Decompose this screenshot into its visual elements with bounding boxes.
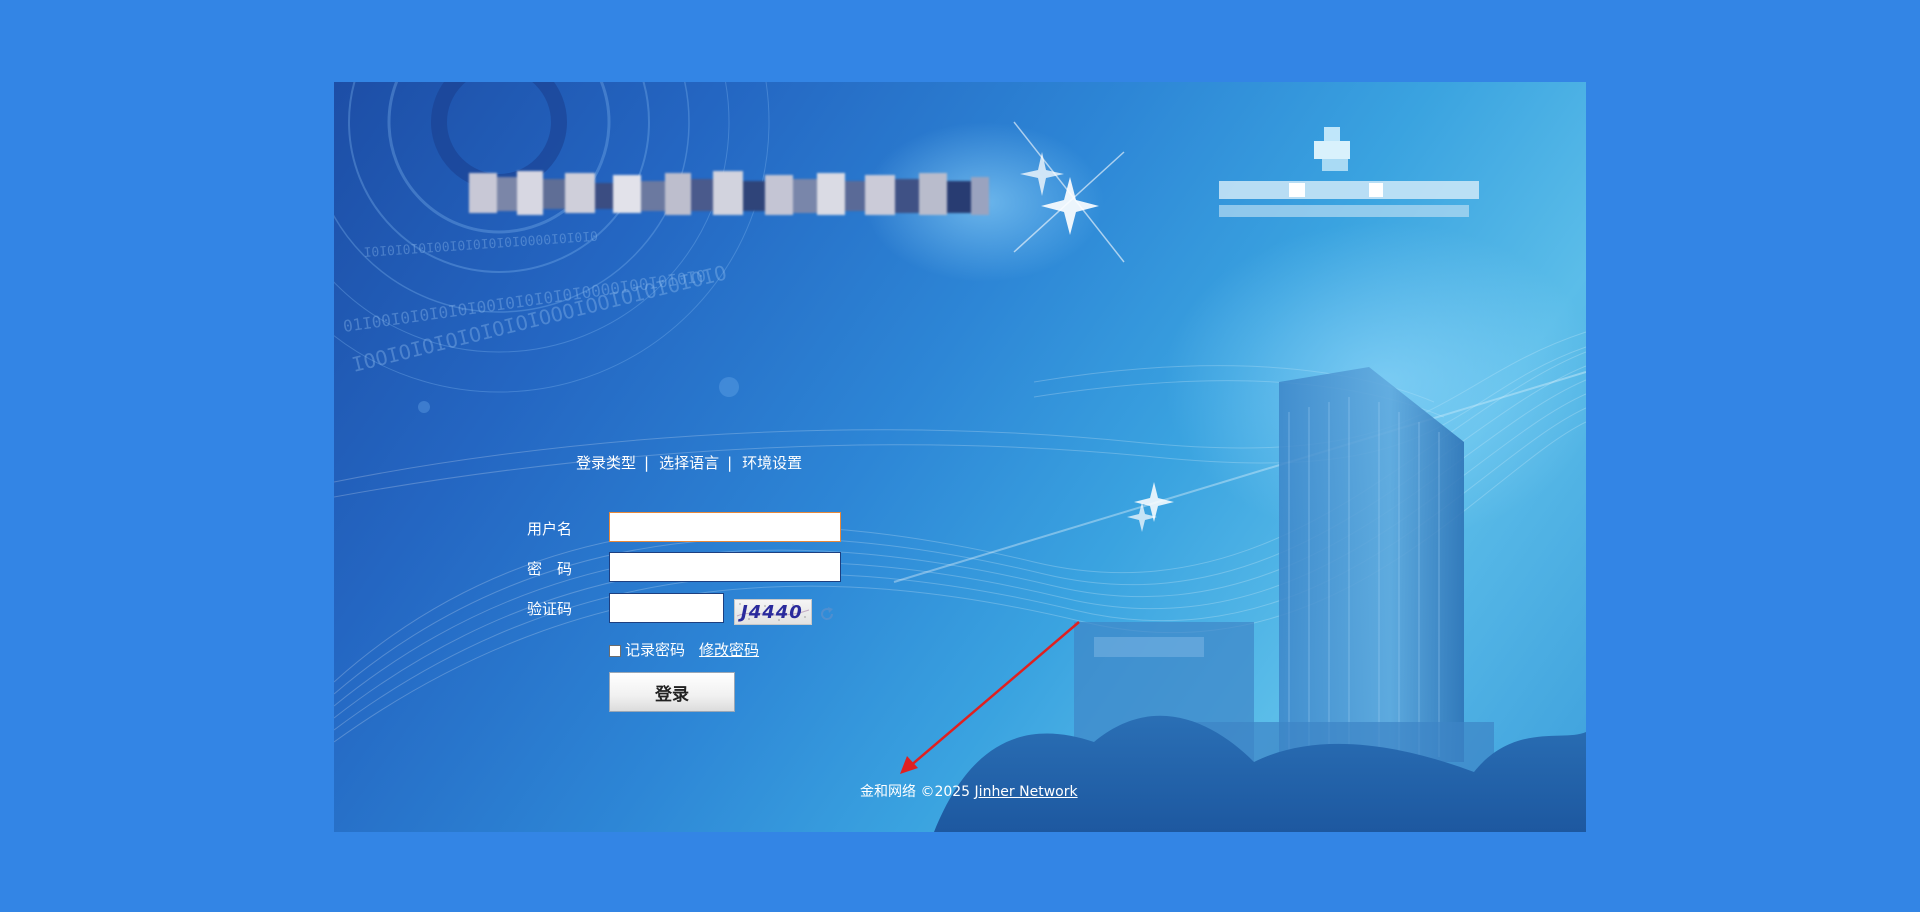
jinher-network-link[interactable]: Jinher Network — [975, 784, 1078, 800]
refresh-icon[interactable] — [818, 605, 836, 623]
captcha-label: 验证码 — [527, 600, 573, 618]
username-label: 用户名 — [527, 520, 573, 538]
environment-settings-link[interactable]: 环境设置 — [742, 454, 802, 472]
footer: 金和网络 ©2025 Jinher Network — [860, 781, 1078, 801]
separator: | — [727, 454, 733, 472]
login-panel: 01I00I0I0I0I0I00I0I0I0I0I0000I00I0I0I0 I… — [334, 82, 1586, 832]
login-type-link[interactable]: 登录类型 — [576, 454, 636, 472]
password-label: 密 码 — [527, 560, 573, 578]
captcha-image[interactable]: J4440 — [734, 599, 812, 625]
obscured-logo — [1219, 127, 1479, 217]
separator: | — [644, 454, 650, 472]
obscured-system-title — [469, 171, 989, 215]
footer-copyright: 金和网络 ©2025 — [860, 784, 971, 800]
change-password-link[interactable]: 修改密码 — [699, 641, 759, 659]
remember-password-checkbox[interactable] — [609, 645, 621, 657]
login-button[interactable]: 登录 — [609, 672, 735, 712]
select-language-link[interactable]: 选择语言 — [659, 454, 719, 472]
username-input[interactable] — [609, 512, 841, 542]
remember-password-label[interactable]: 记录密码 — [625, 641, 685, 659]
captcha-input[interactable] — [609, 593, 724, 623]
remember-row: 记录密码 修改密码 — [609, 639, 759, 660]
captcha-text: J4440 — [741, 602, 803, 623]
login-options-bar: 登录类型 | 选择语言 | 环境设置 — [576, 452, 802, 473]
password-input[interactable] — [609, 552, 841, 582]
